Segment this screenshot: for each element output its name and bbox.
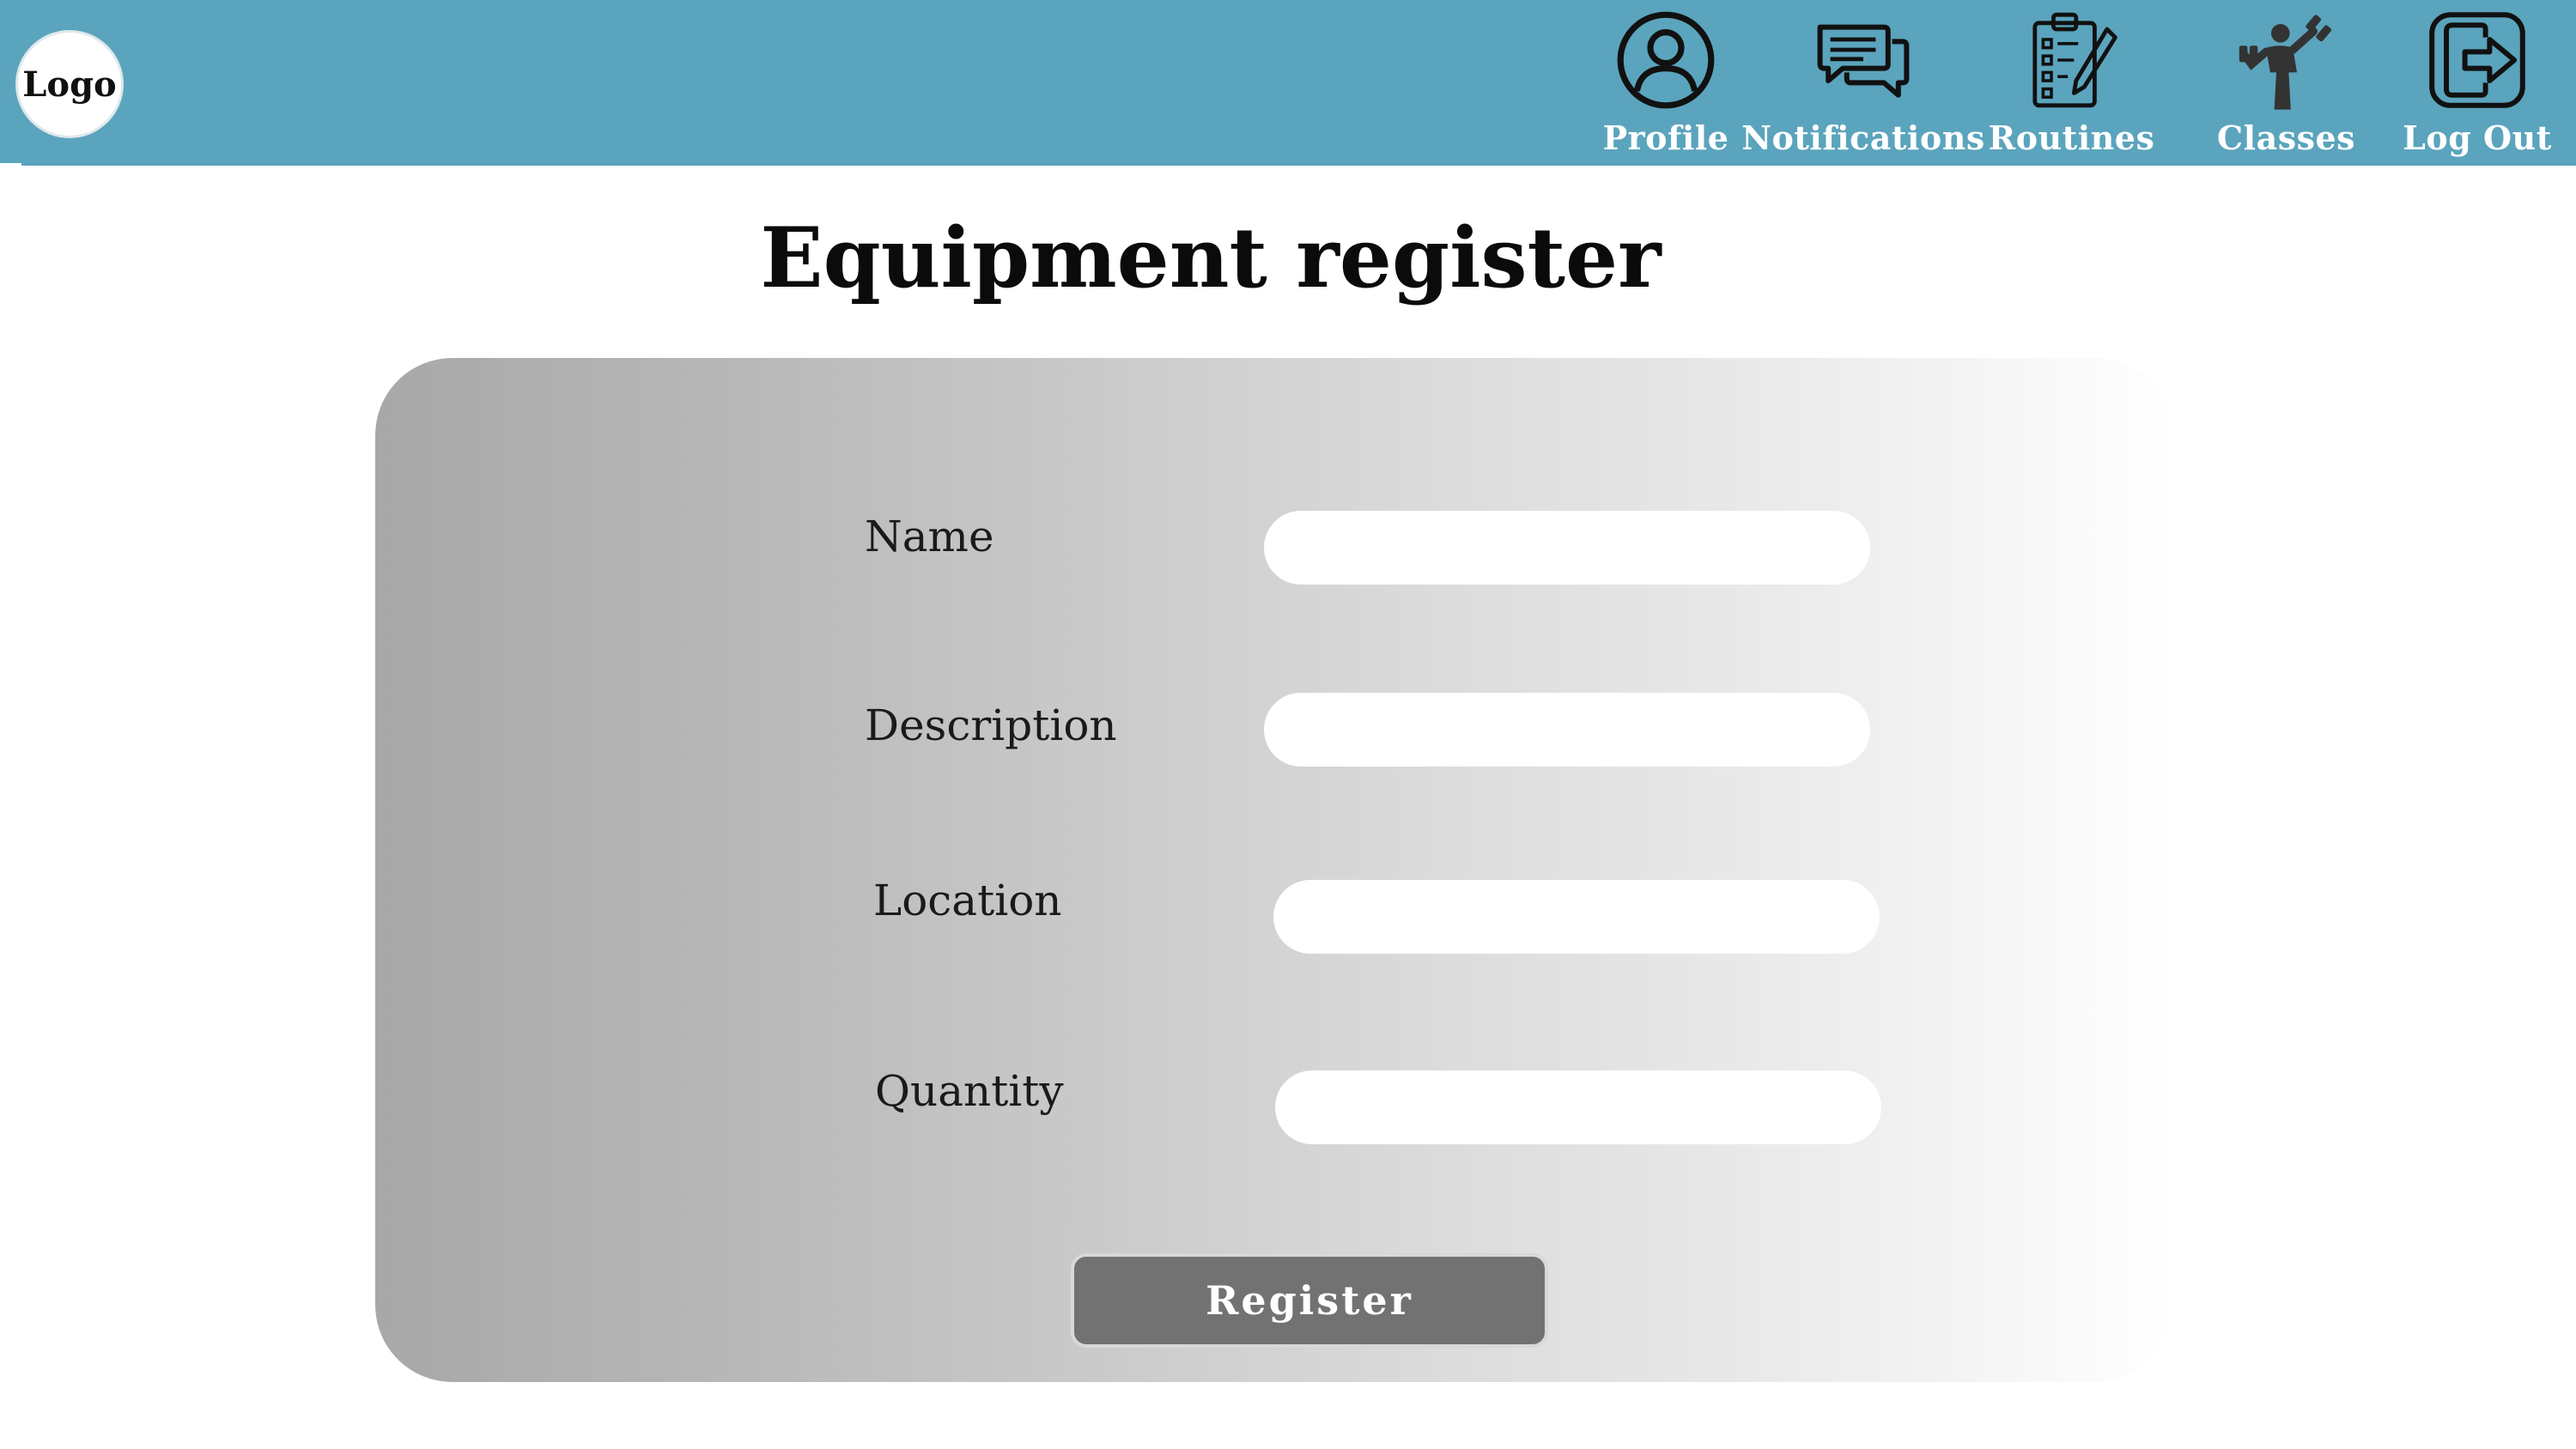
nav-classes[interactable]: Classes [2207, 9, 2366, 163]
name-input[interactable] [1264, 511, 1870, 585]
nav-logout-label: Log Out [2403, 118, 2552, 157]
description-label: Description [865, 700, 1117, 750]
nav-notifications-label: Notifications [1741, 118, 1985, 157]
location-input[interactable] [1273, 880, 1880, 954]
nav-profile[interactable]: Profile [1603, 9, 1728, 163]
weightlifter-icon [2239, 15, 2331, 110]
equipment-form [375, 358, 2172, 1382]
chat-bubbles-icon [1817, 24, 1910, 98]
nav-routines[interactable]: Routines [1989, 9, 2154, 163]
logo-text: Logo [22, 64, 117, 105]
logo[interactable]: Logo [18, 33, 121, 136]
nav-logout[interactable]: Log Out [2403, 9, 2551, 163]
quantity-label: Quantity [875, 1066, 1064, 1116]
user-icon [1617, 11, 1715, 109]
name-label: Name [865, 512, 994, 561]
quantity-input[interactable] [1275, 1070, 1881, 1144]
location-label: Location [873, 876, 1062, 925]
description-input[interactable] [1264, 693, 1870, 767]
clipboard-checklist-icon [2032, 12, 2117, 108]
nav-notifications[interactable]: Notifications [1741, 9, 1984, 163]
nav-profile-label: Profile [1602, 118, 1729, 157]
nav-routines-label: Routines [1988, 118, 2155, 157]
nav-classes-label: Classes [2216, 118, 2356, 157]
top-navigation-bar: Logo Profile Notifications Routines Clas… [0, 0, 2576, 166]
register-button[interactable]: Register [1071, 1253, 1548, 1348]
header-divider [0, 163, 21, 166]
logout-icon [2429, 12, 2525, 108]
page-title: Equipment register [760, 209, 1662, 306]
